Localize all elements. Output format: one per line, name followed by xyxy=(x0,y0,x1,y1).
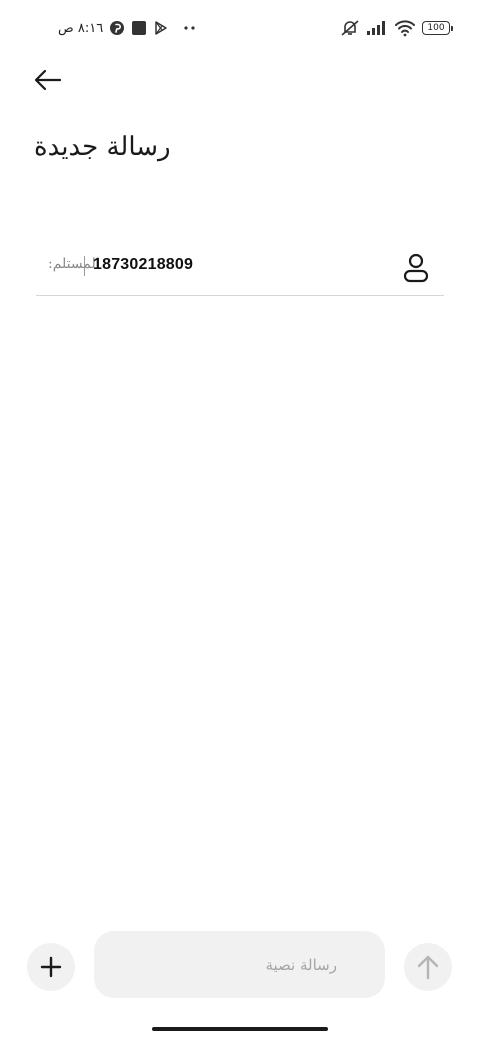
wifi-icon xyxy=(394,19,416,37)
contact-picker-button[interactable] xyxy=(398,250,434,286)
message-box[interactable] xyxy=(94,931,385,998)
text-cursor xyxy=(84,256,85,276)
more-dots-icon xyxy=(183,25,197,31)
back-arrow-icon xyxy=(34,69,62,91)
status-bar: ٨:١٦ ص 100 xyxy=(0,0,480,56)
square-app-icon xyxy=(131,20,147,36)
status-bar-right: 100 xyxy=(340,17,453,39)
home-indicator[interactable] xyxy=(152,1027,328,1031)
recipient-label: المستلم: xyxy=(48,256,100,272)
pinterest-icon xyxy=(109,20,125,36)
back-button[interactable] xyxy=(28,62,68,98)
send-arrow-up-icon xyxy=(417,955,439,980)
battery-icon: 100 xyxy=(422,21,453,35)
muted-vibrate-icon xyxy=(340,19,360,37)
plus-icon xyxy=(40,956,62,978)
play-store-icon xyxy=(153,20,169,36)
send-button[interactable] xyxy=(404,943,452,991)
recipient-input[interactable]: 18730218809 xyxy=(93,256,193,274)
page-title: رسالة جديدة xyxy=(34,132,171,162)
battery-level: 100 xyxy=(427,23,445,33)
recipient-row: المستلم: 18730218809 xyxy=(36,240,444,296)
status-bar-left: ٨:١٦ ص xyxy=(58,17,197,39)
status-time: ٨:١٦ ص xyxy=(58,20,104,36)
message-input[interactable] xyxy=(94,931,385,998)
person-icon xyxy=(403,253,429,283)
signal-icon xyxy=(366,20,388,36)
add-attachment-button[interactable] xyxy=(27,943,75,991)
